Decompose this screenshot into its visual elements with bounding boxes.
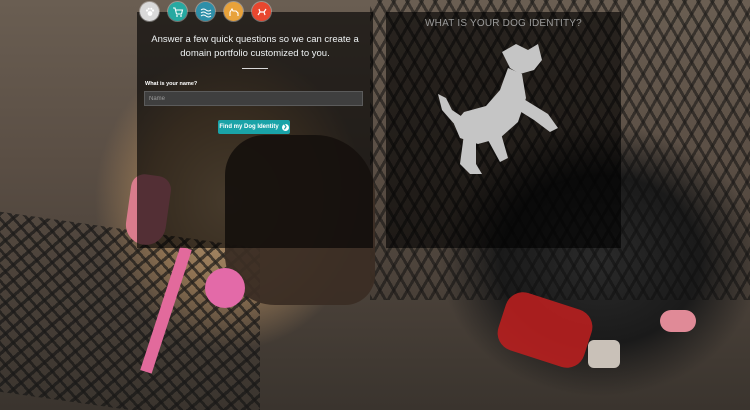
waves-icon xyxy=(200,8,211,17)
intro-text: Answer a few quick questions so we can c… xyxy=(151,34,359,59)
background-photo xyxy=(0,0,750,410)
dog-jumping-icon xyxy=(257,8,266,15)
shopping-cart-icon xyxy=(172,6,183,17)
step-indicator xyxy=(140,2,271,21)
step-2-cart-icon[interactable] xyxy=(168,2,187,21)
step-3-waves-icon[interactable] xyxy=(196,2,215,21)
bone-dog-tag xyxy=(588,340,620,368)
dog-tongue-right xyxy=(660,310,696,332)
pink-dog-tag xyxy=(205,268,245,308)
step-1-paw-icon[interactable] xyxy=(140,2,159,21)
find-dog-identity-button[interactable]: Find my Dog Identity ❯ xyxy=(218,120,290,134)
dog-silhouette-icon xyxy=(438,44,558,174)
name-label: What is your name? xyxy=(145,81,198,87)
intro-divider xyxy=(242,68,268,69)
dog-breed-icon xyxy=(228,7,239,16)
identity-title: WHAT IS YOUR DOG IDENTITY? xyxy=(425,18,582,29)
find-dog-identity-label: Find my Dog Identity xyxy=(219,124,279,130)
arrow-right-icon: ❯ xyxy=(281,123,289,131)
step-5-dog-icon[interactable] xyxy=(252,2,271,21)
name-input[interactable] xyxy=(144,91,363,106)
step-4-breed-icon[interactable] xyxy=(224,2,243,21)
red-harness xyxy=(492,287,598,373)
paw-icon xyxy=(145,7,154,16)
